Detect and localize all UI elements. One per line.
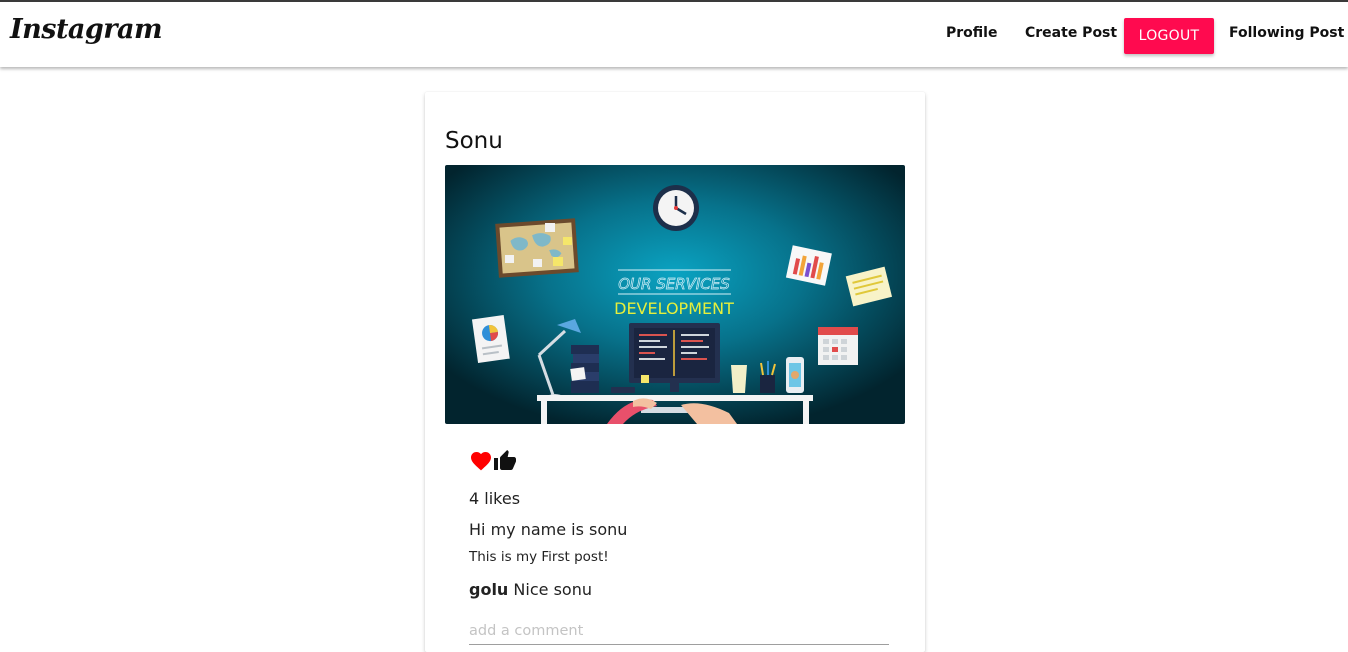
post-title: Hi my name is sonu [469, 520, 628, 539]
books-illustration [570, 345, 599, 393]
post-image: OUR SERVICES DEVELOPMENT [445, 165, 905, 424]
post-card: Sonu OUR SERVICES DEVELOPMENT 4 likes Hi… [425, 92, 925, 652]
comment-input[interactable] [469, 617, 889, 645]
monitor-illustration [629, 323, 720, 392]
desk-illustration [537, 395, 813, 401]
calendar-illustration [818, 327, 858, 365]
map-board-illustration [495, 218, 579, 278]
comment-item: golu Nice sonu [469, 580, 592, 599]
nav-following-post-link[interactable]: Following Post [1229, 25, 1344, 41]
comment-user[interactable]: golu [469, 580, 508, 599]
navbar: Instagram Profile Create Post LOGOUT Fol… [0, 0, 1348, 67]
image-heading: OUR SERVICES [618, 275, 730, 293]
brand-logo[interactable]: Instagram [10, 14, 163, 45]
likes-count: 4 likes [469, 489, 521, 508]
thumbs-up-icon[interactable] [493, 449, 517, 473]
post-author[interactable]: Sonu [445, 128, 503, 154]
pie-chart-paper-illustration [471, 314, 510, 364]
heart-icon[interactable] [469, 449, 493, 473]
comment-text: Nice sonu [513, 580, 592, 599]
post-body: This is my First post! [469, 549, 609, 565]
nav-profile-link[interactable]: Profile [946, 25, 997, 41]
clock-illustration [653, 185, 699, 231]
image-subheading: DEVELOPMENT [614, 299, 734, 318]
logout-button[interactable]: LOGOUT [1124, 18, 1214, 54]
post-actions [469, 449, 517, 473]
nav-create-post-link[interactable]: Create Post [1025, 25, 1117, 41]
